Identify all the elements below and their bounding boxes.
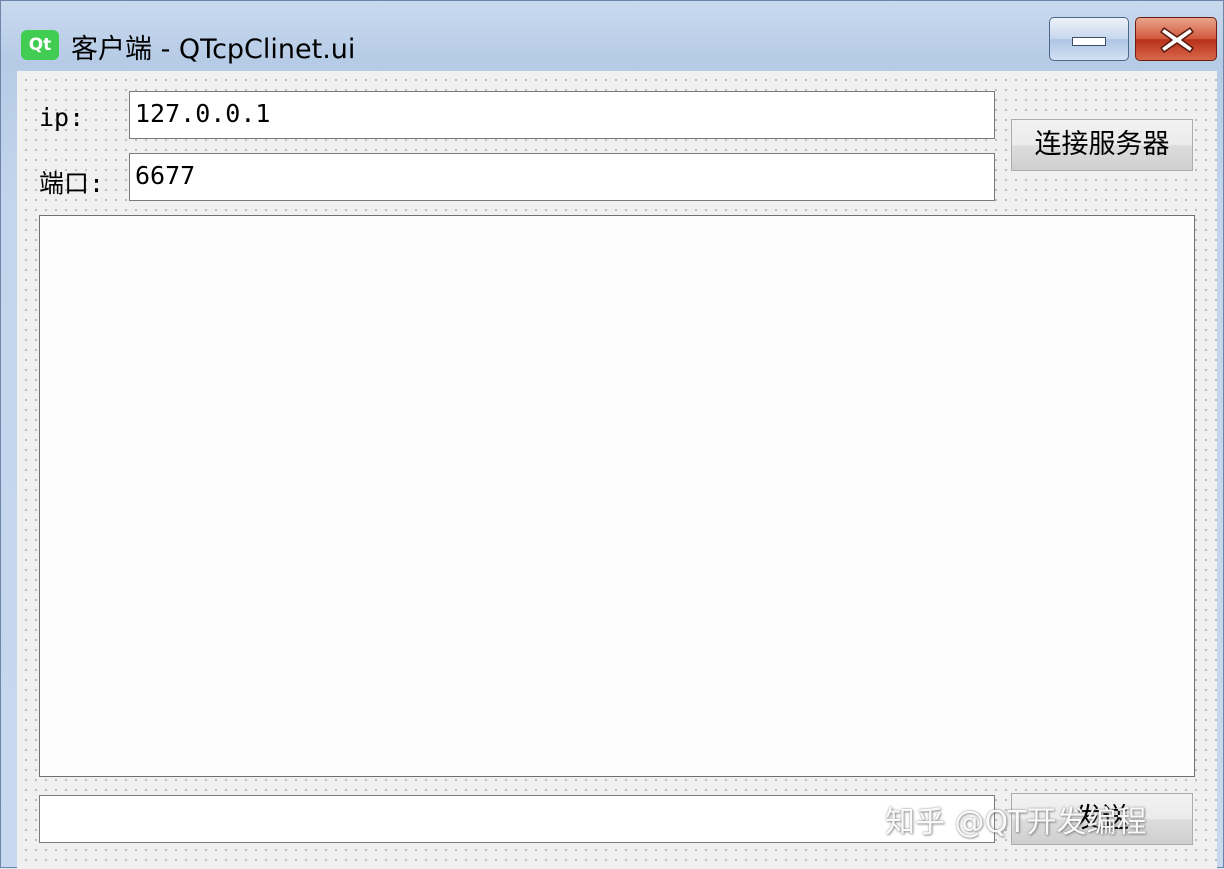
minimize-icon: [1072, 37, 1106, 46]
app-window: Qt 客户端 - QTcpClinet.ui ip: 127.0.0.1 端口:…: [0, 0, 1224, 869]
message-input[interactable]: [39, 795, 995, 843]
connect-server-button[interactable]: 连接服务器: [1011, 119, 1193, 171]
title-bar[interactable]: Qt 客户端 - QTcpClinet.ui: [1, 1, 1223, 67]
port-input[interactable]: 6677: [129, 153, 995, 201]
watermark-text: 知乎 @QT开发编程: [885, 805, 1147, 840]
qt-logo-icon: Qt: [21, 30, 59, 60]
form-canvas: ip: 127.0.0.1 端口: 6677 连接服务器 发送: [17, 71, 1217, 869]
minimize-button[interactable]: [1049, 17, 1129, 61]
ip-label: ip:: [39, 103, 85, 132]
port-label: 端口:: [39, 169, 105, 198]
message-display-area[interactable]: [39, 215, 1195, 777]
window-title: 客户端 - QTcpClinet.ui: [71, 34, 356, 65]
ip-input[interactable]: 127.0.0.1: [129, 91, 995, 139]
close-button[interactable]: [1135, 17, 1217, 61]
close-icon: [1160, 27, 1194, 53]
